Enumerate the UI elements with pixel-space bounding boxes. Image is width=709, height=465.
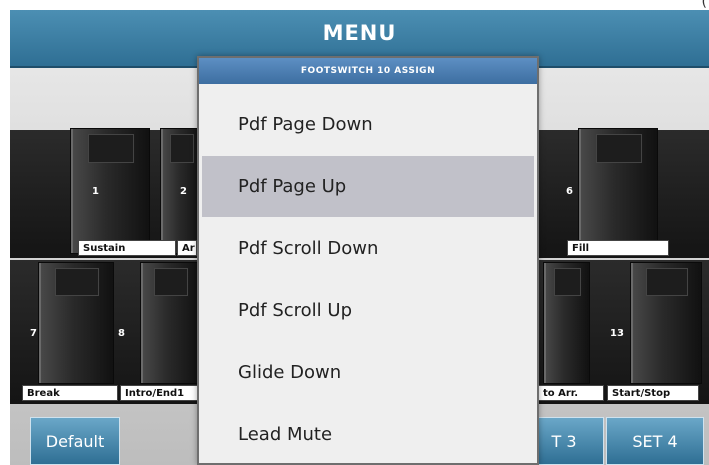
- pedal-6[interactable]: [578, 128, 658, 254]
- pedal-13[interactable]: [630, 262, 702, 384]
- menu-item-glide-down[interactable]: Glide Down: [202, 342, 534, 403]
- menu-item-pdf-page-down[interactable]: Pdf Page Down: [202, 94, 534, 155]
- pedal-number: 2: [180, 186, 187, 197]
- pedal-number: 13: [610, 328, 624, 339]
- corner-mark: (: [701, 0, 707, 10]
- pedal-1[interactable]: [70, 128, 150, 254]
- default-button[interactable]: Default: [30, 417, 120, 465]
- pedal-number: 7: [30, 328, 37, 339]
- pedal-label: Fill: [567, 240, 669, 256]
- menu-item-pdf-scroll-down[interactable]: Pdf Scroll Down: [202, 218, 534, 279]
- pedal-number: 1: [92, 186, 99, 197]
- pedal-12[interactable]: [543, 262, 590, 384]
- menu-item-pdf-page-up[interactable]: Pdf Page Up: [202, 156, 534, 217]
- pedal-number: 8: [118, 328, 125, 339]
- menu-item-pdf-scroll-up[interactable]: Pdf Scroll Up: [202, 280, 534, 341]
- screen: MENU 1 2 6 Sustain Ar Fill 7 8 13 Break …: [10, 10, 709, 465]
- pedal-label: Ar: [177, 240, 197, 256]
- pedal-7[interactable]: [38, 262, 114, 384]
- popup-title: FOOTSWITCH 10 ASSIGN: [199, 58, 537, 84]
- pedal-label: Sustain: [78, 240, 176, 256]
- set-4-button[interactable]: SET 4: [606, 417, 704, 465]
- page-title: MENU: [322, 21, 397, 45]
- pedal-number: 6: [566, 186, 573, 197]
- pedal-label: Start/Stop: [607, 385, 699, 401]
- pedal-label: Intro/End1: [120, 385, 198, 401]
- footswitch-assign-popup: FOOTSWITCH 10 ASSIGN Pdf Page Down Pdf P…: [197, 56, 539, 465]
- menu-item-lead-mute[interactable]: Lead Mute: [202, 404, 534, 465]
- pedal-label: to Arr.: [538, 385, 604, 401]
- pedal-label: Break: [22, 385, 118, 401]
- pedal-8[interactable]: [140, 262, 200, 384]
